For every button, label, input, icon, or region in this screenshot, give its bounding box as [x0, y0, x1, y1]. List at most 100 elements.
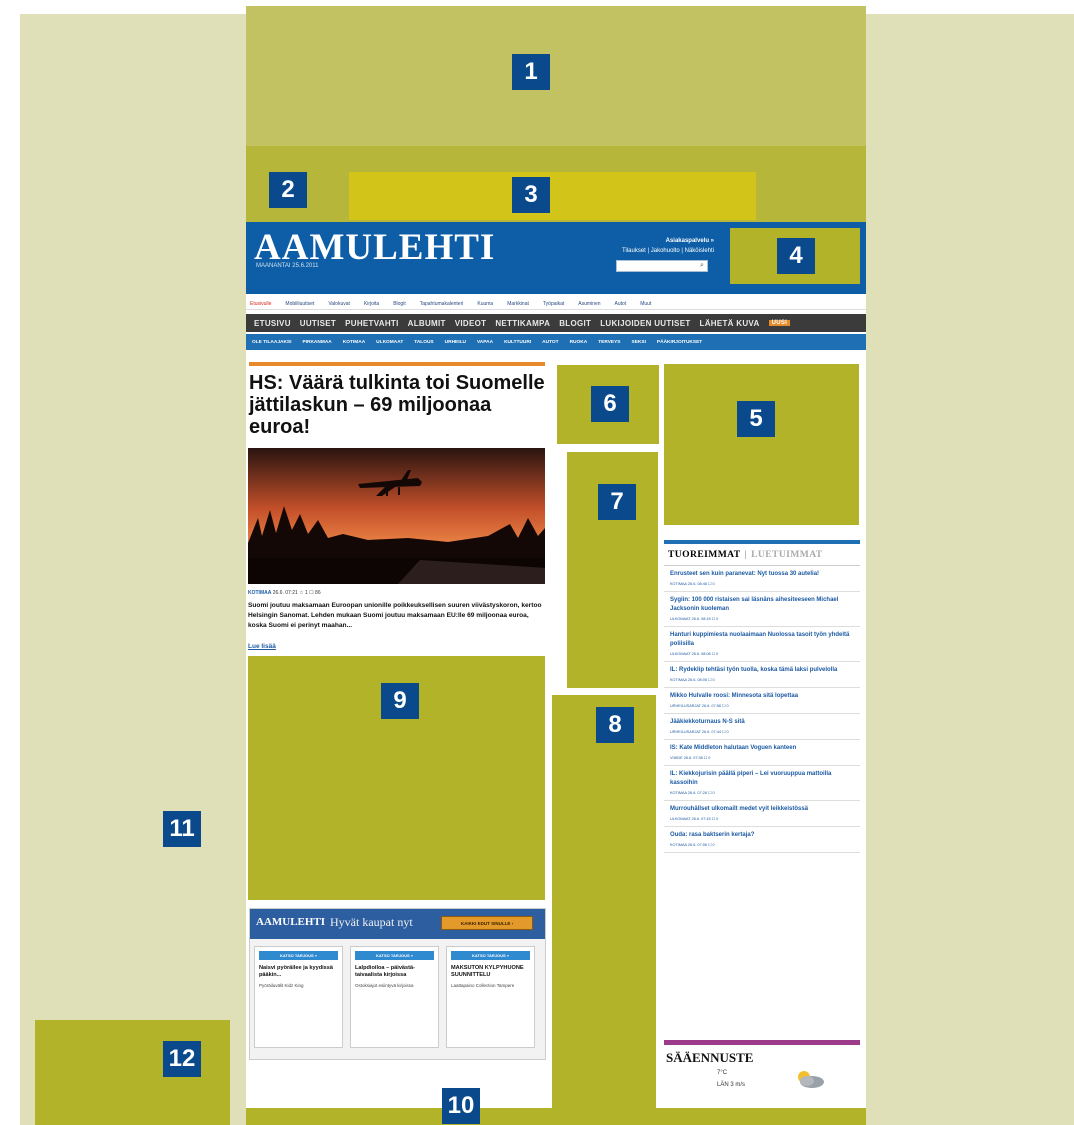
news-item-title[interactable]: Murrouhällset ulkomailt medet vyit leikk… [670, 805, 856, 814]
article-headline[interactable]: HS: Väärä tulkinta toi Suomelle jättilas… [249, 372, 549, 438]
read-more-link[interactable]: Lue lisää [248, 643, 276, 650]
utility-nav-item[interactable]: Tapahtumakalenteri [420, 301, 464, 307]
zone-5-ad [664, 364, 859, 525]
main-nav-item[interactable]: UUTISET [300, 319, 336, 328]
main-nav-item[interactable]: ALBUMIT [408, 319, 446, 328]
section-nav-item[interactable]: TALOUS [414, 340, 433, 345]
promo-card-title: Naisvi pyöräilee ja kyydissä pääkin... [259, 965, 334, 978]
partly-cloudy-icon [790, 1066, 826, 1090]
utility-nav-item[interactable]: Valokuvat [328, 301, 350, 307]
main-nav-item[interactable]: BLOGIT [559, 319, 591, 328]
main-nav-item[interactable]: LUKIJOIDEN UUTISET [600, 319, 690, 328]
news-item-title[interactable]: IL: Kiekkojurisin päällä piperi – Lei vu… [670, 770, 856, 788]
promo-card-3[interactable]: KATSO TARJOUS » MAKSUTON KYLPYHUONE SUUN… [446, 946, 535, 1048]
promo-card-title: MAKSUTON KYLPYHUONE SUUNNITTELU [451, 965, 524, 978]
zone-1-top-banner [246, 6, 866, 146]
tab-tuoreimmat[interactable]: TUOREIMMAT [668, 549, 741, 560]
article-category[interactable]: KOTIMAA [248, 590, 271, 596]
utility-nav-item[interactable]: Työpaikat [543, 301, 564, 307]
main-nav-item[interactable]: VIDEOT [455, 319, 487, 328]
sidebar-tabs: TUOREIMMAT | LUETUIMMAT [664, 544, 860, 566]
zone-label-4: 4 [777, 238, 815, 274]
section-nav-item[interactable]: RUOKA [570, 340, 588, 345]
list-item[interactable]: Enrusteet sen kuin paranevat: Nyt tuossa… [664, 566, 860, 592]
zone-label-2: 2 [269, 172, 307, 208]
utility-nav-item[interactable]: Autot [615, 301, 627, 307]
news-item-title[interactable]: Sygiin: 100 000 ristaisen sai läsnäns ai… [670, 596, 856, 614]
promo-logo: AAMULEHTI [256, 916, 326, 928]
tab-luetuimmat[interactable]: LUETUIMMAT [751, 549, 823, 560]
news-item-title[interactable]: Ouda: rasa baktserin kertaja? [670, 831, 856, 840]
main-nav-new-badge[interactable]: UUSI [768, 320, 791, 326]
news-item-title[interactable]: Hanturi kuppimiesta nuolaaimaan Nuolossa… [670, 631, 856, 649]
list-item[interactable]: Jääkiekkoturnaus N-S sitä URHEILUSARJAT 2… [664, 714, 860, 740]
list-item[interactable]: Murrouhällset ulkomailt medet vyit leikk… [664, 801, 860, 827]
section-nav-item[interactable]: TERVEYS [598, 340, 620, 345]
header-date: MAANANTAI 25.6.2011 [256, 263, 319, 269]
news-item-title[interactable]: Enrusteet sen kuin paranevat: Nyt tuossa… [670, 570, 856, 579]
promo-card-1[interactable]: KATSO TARJOUS » Naisvi pyöräilee ja kyyd… [254, 946, 343, 1048]
utility-nav-item[interactable]: Etusivulle [250, 301, 271, 307]
article-lead: Suomi joutuu maksamaan Euroopan unionill… [248, 602, 542, 629]
news-item-title[interactable]: IS: Kate Middleton halutaan Voguen kante… [670, 744, 856, 753]
section-nav-item[interactable]: ULKOMAAT [376, 340, 403, 345]
search-input[interactable] [616, 260, 708, 272]
main-nav-item[interactable]: ETUSIVU [254, 319, 291, 328]
list-item[interactable]: Mikko Hulvalle roosi: Minnesota sitä lop… [664, 688, 860, 714]
utility-nav-item[interactable]: Kirjoita [364, 301, 379, 307]
promo-card-title: Lalpdioiloa – päivästä-taivaalista kirjo… [355, 965, 415, 978]
section-nav-item[interactable]: PÄÄKIRJOITUKSET [657, 340, 702, 345]
section-nav-item[interactable]: SEKSI [632, 340, 646, 345]
sidebar-list: Enrusteet sen kuin paranevat: Nyt tuossa… [664, 566, 860, 853]
section-nav-item[interactable]: PIRKANMAA [302, 340, 331, 345]
zone-11-left-gutter [20, 14, 246, 1125]
service-links[interactable]: Tilaukset | Jakohuolto | Näköislehti [566, 246, 714, 256]
main-nav-item[interactable]: LÄHETÄ KUVA [700, 319, 760, 328]
news-item-meta: KOTIMAA 26.6. 08:46 ☐ 0 [670, 582, 715, 586]
weather-temperature: 7°C [717, 1070, 728, 1076]
section-nav-item[interactable]: VAPAA [477, 340, 493, 345]
zone-label-5: 5 [737, 401, 775, 437]
list-item[interactable]: IL: Rydeklip tehtäsi työn tuolla, koska … [664, 662, 860, 688]
list-item[interactable]: IS: Kate Middleton halutaan Voguen kante… [664, 740, 860, 766]
right-gutter [866, 14, 1074, 1125]
latest-news-sidebar: TUOREIMMAT | LUETUIMMAT Enrusteet sen ku… [664, 540, 860, 853]
utility-nav-item[interactable]: Blogit [393, 301, 406, 307]
promo-button[interactable]: KAIKKI EDUT SINULLE › [441, 916, 533, 930]
list-item[interactable]: IL: Kiekkojurisin päällä piperi – Lei vu… [664, 766, 860, 801]
news-item-title[interactable]: Mikko Hulvalle roosi: Minnesota sitä lop… [670, 692, 856, 701]
main-nav-item[interactable]: PUHETVAHTI [345, 319, 399, 328]
search-icon[interactable]: ⌕ [700, 262, 708, 270]
utility-nav-item[interactable]: Markkinat [507, 301, 529, 307]
zone-label-1: 1 [512, 54, 550, 90]
section-nav-item[interactable]: AUTOT [542, 340, 558, 345]
zone-label-6: 6 [591, 386, 629, 422]
utility-nav-item[interactable]: Muut [640, 301, 651, 307]
section-nav-item[interactable]: URHEILU [445, 340, 466, 345]
utility-nav-item[interactable]: Mobiiliuutiset [285, 301, 314, 307]
news-item-meta: VIIHDE 26.6. 07:38 ☐ 0 [670, 756, 711, 760]
promo-card-tag[interactable]: KATSO TARJOUS » [355, 951, 434, 960]
promo-card-tag[interactable]: KATSO TARJOUS » [451, 951, 530, 960]
list-item[interactable]: Ouda: rasa baktserin kertaja? KOTIMAA 26.… [664, 827, 860, 853]
list-item[interactable]: Sygiin: 100 000 ristaisen sai läsnäns ai… [664, 592, 860, 627]
news-item-meta: ULKOMAAT 26.6. 08:08 ☐ 0 [670, 652, 719, 656]
utility-nav-item[interactable]: Kuuma [477, 301, 493, 307]
utility-nav-item[interactable]: Asuminen [578, 301, 600, 307]
weather-wind: LÄN 3 m/s [717, 1082, 746, 1088]
promo-card-sub: Laattapaino Collection Tampere [451, 983, 515, 988]
promo-card-2[interactable]: KATSO TARJOUS » Lalpdioiloa – päivästä-t… [350, 946, 439, 1048]
news-item-title[interactable]: IL: Rydeklip tehtäsi työn tuolla, koska … [670, 666, 856, 675]
news-item-title[interactable]: Jääkiekkoturnaus N-S sitä [670, 718, 856, 727]
promo-card-tag[interactable]: KATSO TARJOUS » [259, 951, 338, 960]
section-nav-item[interactable]: OLE TILAAJAKSI [252, 340, 291, 345]
article-photo-jet[interactable] [248, 448, 545, 584]
main-nav-item[interactable]: NETTIKAMPA [495, 319, 550, 328]
section-nav-item[interactable]: KULTTUURI [504, 340, 531, 345]
list-item[interactable]: Hanturi kuppimiesta nuolaaimaan Nuolossa… [664, 627, 860, 662]
weather-title: SÄÄENNUSTE [666, 1050, 754, 1065]
customer-service-link[interactable]: Asiakaspalvelu » [566, 236, 714, 246]
section-nav-item[interactable]: KOTIMAA [343, 340, 365, 345]
promo-card-sub: Ostoksiajot esiintyvä kirjoissa [355, 983, 414, 988]
utility-nav: Etusivulle Mobiiliuutiset Valokuvat Kirjoit… [246, 298, 866, 310]
